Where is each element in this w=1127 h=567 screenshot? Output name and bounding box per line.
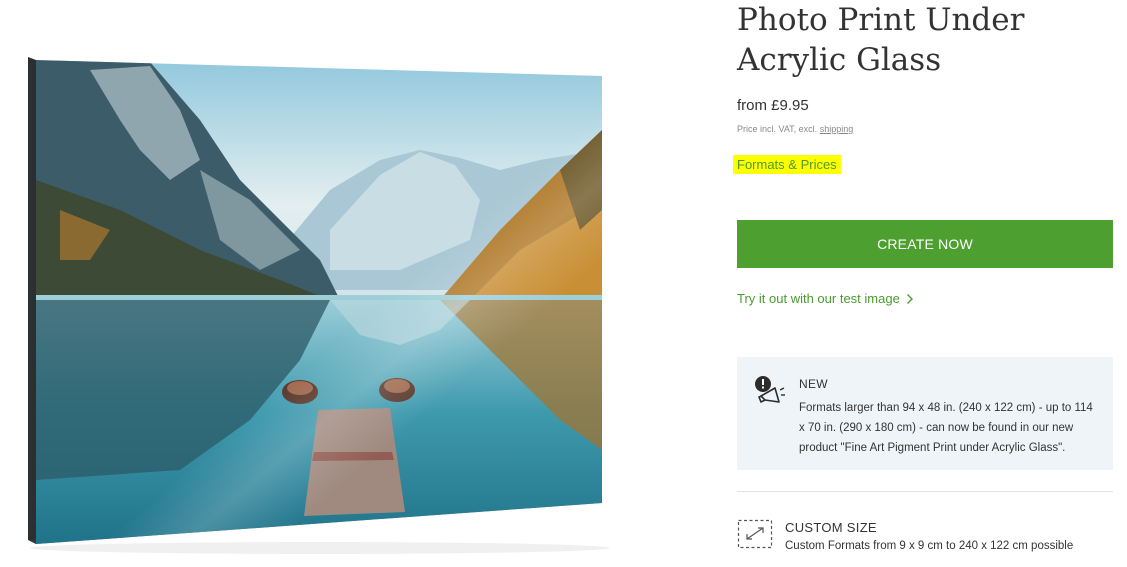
megaphone-alert-icon [755, 376, 785, 403]
new-notice-box: NEW Formats larger than 94 x 48 in. (240… [737, 357, 1113, 470]
price-note-text: Price incl. VAT, excl. [737, 124, 818, 134]
create-now-button[interactable]: CREATE NOW [737, 220, 1113, 268]
shipping-link[interactable]: shipping [820, 124, 854, 134]
custom-size-heading: CUSTOM SIZE [785, 520, 877, 535]
resize-frame-icon [737, 519, 773, 549]
divider [737, 491, 1113, 492]
notice-text: Formats larger than 94 x 48 in. (240 x 1… [799, 402, 1093, 454]
price-note: Price incl. VAT, excl. shipping [737, 124, 853, 134]
formats-prices-link[interactable]: Formats & Prices [733, 155, 841, 174]
chevron-right-icon [906, 293, 913, 304]
price: from £9.95 [737, 97, 809, 114]
acrylic-print-illustration [28, 57, 610, 554]
test-image-link[interactable]: Try it out with our test image [737, 291, 914, 306]
custom-size-text: Custom Formats from 9 x 9 cm to 240 x 12… [785, 540, 1074, 552]
product-image [0, 0, 640, 567]
test-image-link-label: Try it out with our test image [737, 291, 900, 306]
page-title: Photo Print Under Acrylic Glass [737, 2, 1025, 78]
notice-heading: NEW [799, 377, 828, 391]
